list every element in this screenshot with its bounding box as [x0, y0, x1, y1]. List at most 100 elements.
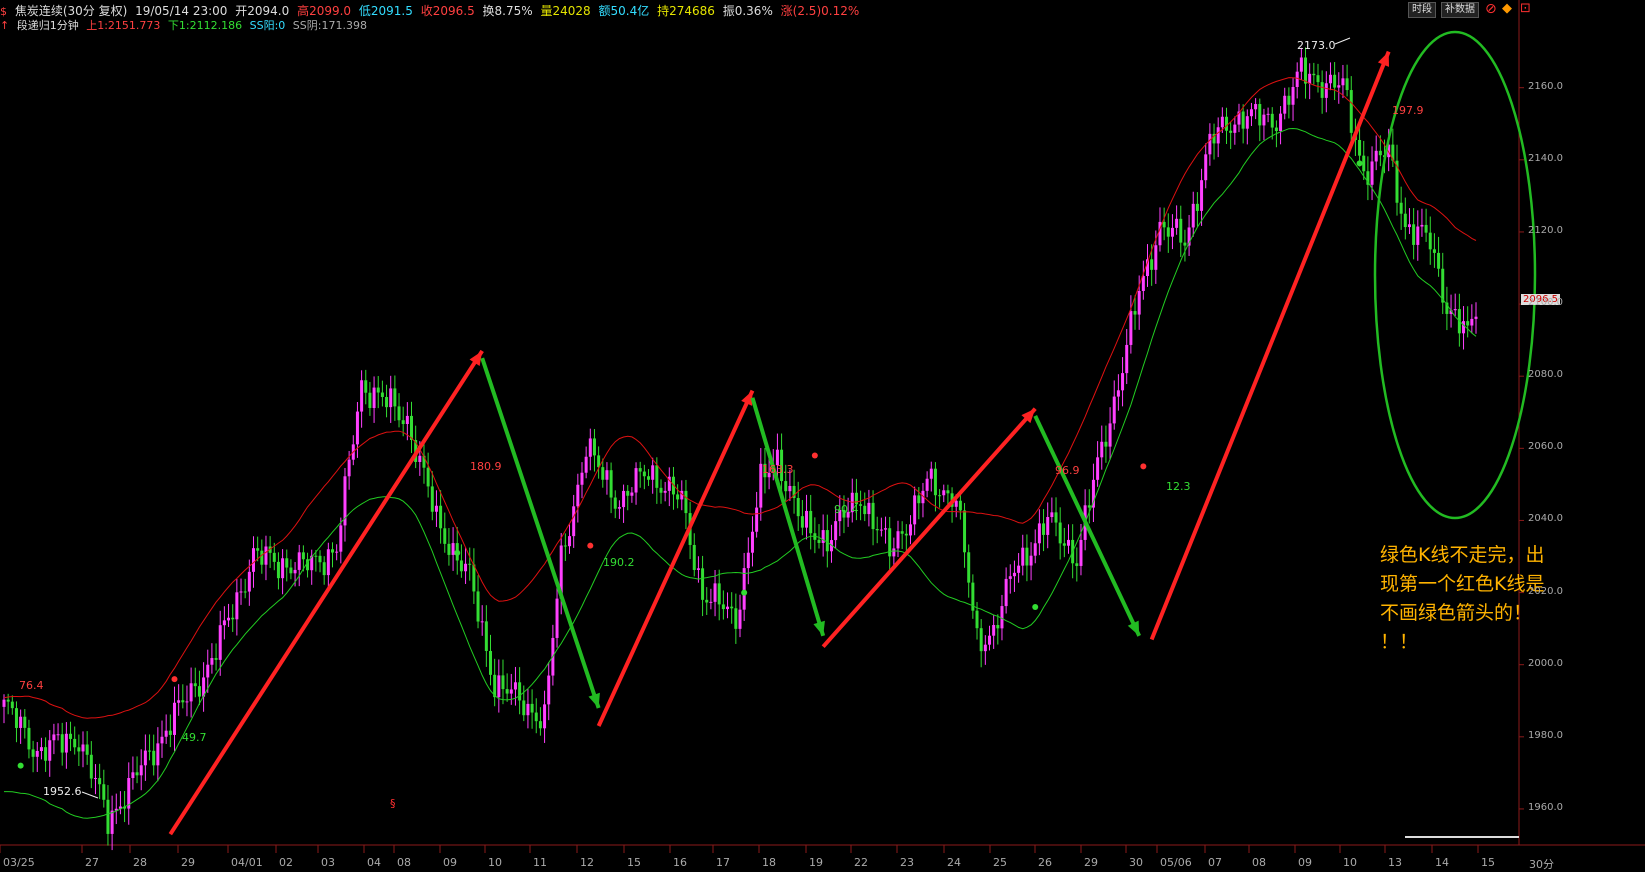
symbol-name[interactable]: 焦炭连续(30分 复权) — [15, 4, 127, 18]
x-tick-label: 30 — [1129, 856, 1143, 869]
candle-body — [979, 628, 983, 652]
candle-body — [638, 468, 642, 472]
candle-body — [821, 530, 825, 543]
candle-body — [368, 392, 372, 408]
candle-body — [397, 406, 401, 421]
quote-hold: 持274686 — [657, 4, 715, 18]
candle-body — [896, 531, 900, 549]
high-price-leader — [1334, 37, 1351, 45]
candle-body — [85, 744, 89, 755]
price-plot[interactable] — [0, 0, 1645, 871]
signal-dot — [811, 452, 818, 459]
candle-body — [755, 507, 759, 532]
candle-body — [1341, 78, 1345, 86]
y-tick-label: 2080.0 — [1528, 369, 1563, 381]
indicator-name[interactable]: 段递归1分钟 — [17, 19, 79, 32]
swing-label: 76.4 — [19, 679, 44, 692]
close-icon[interactable]: ⊡ — [1520, 1, 1531, 16]
candle-body — [1179, 218, 1183, 243]
y-tick-label: 2160.0 — [1528, 80, 1563, 92]
swing-label: 49.7 — [182, 731, 207, 744]
candle-body — [1349, 90, 1353, 133]
candle-body — [1416, 226, 1420, 245]
candle-body — [222, 620, 226, 626]
candle-body — [1254, 104, 1258, 110]
x-tick-label: 03 — [321, 856, 335, 869]
candle-body — [476, 591, 480, 622]
candle-body — [501, 675, 505, 690]
candle-body — [617, 507, 621, 509]
candle-body — [696, 568, 700, 570]
candle-body — [360, 380, 364, 412]
green-arrow — [1033, 415, 1141, 637]
diamond-icon[interactable]: ◆ — [1502, 1, 1512, 16]
candle-body — [705, 599, 709, 603]
candle-body — [260, 550, 264, 565]
candle-body — [330, 549, 334, 553]
candle-body — [825, 530, 829, 552]
candle-body — [626, 490, 630, 496]
candle-body — [14, 708, 18, 728]
x-tick-label: 25 — [993, 856, 1007, 869]
candle-body — [1150, 259, 1154, 270]
note-line: ！！ — [1380, 631, 1419, 653]
candle-body — [963, 510, 967, 553]
candle-body — [430, 486, 434, 512]
swing-label: 96.9 — [1055, 464, 1080, 477]
x-tick-label: 28 — [133, 856, 147, 869]
candle-body — [143, 750, 147, 766]
candle-body — [131, 772, 135, 779]
x-tick-label: 09 — [443, 856, 457, 869]
red-arrow — [1149, 50, 1391, 641]
candle-body — [459, 560, 463, 572]
candle-body — [734, 608, 738, 629]
candle-body — [929, 468, 933, 479]
candle-body — [1453, 309, 1457, 311]
candle-body — [996, 625, 1000, 629]
candle-body — [1096, 457, 1100, 480]
period-button[interactable]: 时段 — [1408, 2, 1436, 18]
fill-data-button[interactable]: 补数据 — [1441, 2, 1479, 18]
candle-body — [401, 420, 405, 425]
lock-icon[interactable]: ⊘ — [1485, 1, 1497, 17]
candle-body — [447, 543, 451, 555]
candle-body — [73, 738, 77, 748]
candle-body — [98, 778, 102, 785]
x-tick-label: 24 — [947, 856, 961, 869]
x-tick-label: 08 — [1252, 856, 1266, 869]
candle-body — [56, 734, 60, 736]
candle-body — [281, 558, 285, 579]
green-arrowhead — [813, 620, 825, 636]
candle-body — [1299, 57, 1303, 72]
note-line: 现第一个红色K线是 — [1380, 573, 1545, 595]
candle-body — [605, 470, 609, 480]
candle-body — [1358, 139, 1362, 156]
signal-dot — [171, 676, 178, 683]
candle-body — [347, 459, 351, 477]
candle-body — [1033, 543, 1037, 556]
candle-body — [152, 750, 156, 766]
x-tick-label: 15 — [627, 856, 641, 869]
candle-body — [1470, 318, 1474, 326]
period-label[interactable]: 30分 — [1529, 856, 1554, 872]
candle-body — [663, 490, 667, 493]
candle-body — [1428, 232, 1432, 250]
candle-body — [197, 686, 201, 697]
candle-body — [1129, 311, 1133, 345]
candle-body — [942, 490, 946, 496]
candle-body — [1262, 114, 1266, 126]
candle-body — [372, 387, 376, 408]
candle-body — [468, 563, 472, 565]
candle-body — [1295, 71, 1299, 88]
candle-body — [1012, 572, 1016, 577]
signal-dot — [1032, 603, 1039, 610]
indicator-header: ↑ 段递归1分钟 上1:2151.773 下1:2112.186 SS阳:0 S… — [0, 17, 371, 33]
candle-body — [1175, 218, 1179, 228]
kline-chart[interactable] — [0, 0, 1645, 871]
candle-body — [875, 529, 879, 531]
note-line: 不画绿色箭头的！ — [1380, 602, 1533, 624]
candle-body — [1308, 73, 1312, 84]
candle-body — [925, 478, 929, 491]
candle-body — [23, 716, 27, 728]
candle-body — [168, 730, 172, 735]
